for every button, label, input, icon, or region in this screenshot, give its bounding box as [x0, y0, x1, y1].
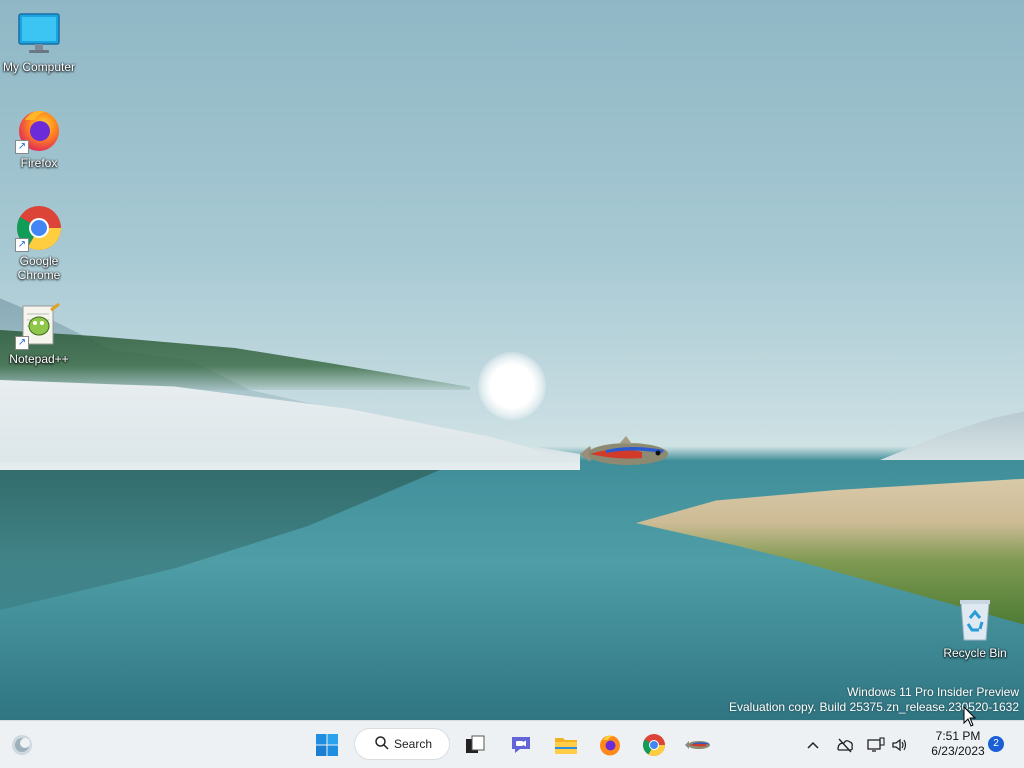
taskbar-fish-app-button[interactable]: [680, 727, 716, 763]
windows-start-icon: [316, 734, 338, 756]
desktop-icon-chrome[interactable]: ↗ Google Chrome: [0, 204, 78, 282]
taskbar-clock[interactable]: 7:51 PM 6/23/2023: [918, 729, 998, 759]
start-button[interactable]: [309, 727, 345, 763]
search-icon: [375, 735, 389, 753]
firefox-icon: ↗: [15, 106, 63, 154]
desktop-icon-label: My Computer: [2, 60, 76, 74]
shortcut-arrow-icon: ↗: [15, 336, 29, 350]
desktop-icon-my-computer[interactable]: My Computer: [0, 10, 78, 74]
widgets-button[interactable]: [4, 727, 40, 763]
file-explorer-button[interactable]: [548, 727, 584, 763]
taskbar-firefox-button[interactable]: [592, 727, 628, 763]
chevron-up-icon: [807, 741, 819, 749]
network-status-button[interactable]: [835, 735, 855, 755]
chrome-icon: [643, 734, 665, 756]
monitor-icon: [15, 10, 63, 58]
watermark-edition: Windows 11 Pro Insider Preview: [847, 685, 1019, 699]
network-off-icon: [837, 738, 853, 753]
wallpaper-reflection: [0, 470, 440, 610]
taskbar-search-box[interactable]: Search: [354, 728, 450, 760]
speaker-icon: [892, 738, 907, 752]
chrome-icon: ↗: [15, 204, 63, 252]
chat-icon: [512, 737, 530, 753]
file-explorer-icon: [555, 738, 577, 754]
chat-button[interactable]: [503, 727, 539, 763]
desktop-icon-notepadpp[interactable]: ↗ Notepad++: [0, 302, 78, 366]
mouse-cursor-icon: [963, 706, 977, 727]
recycle-bin-icon: [951, 596, 999, 644]
taskbar-chrome-button[interactable]: [636, 727, 672, 763]
display-status-button[interactable]: [866, 735, 886, 755]
weather-widget-icon: [12, 735, 32, 755]
clock-time: 7:51 PM: [935, 729, 981, 743]
desktop-icon-label: Notepad++: [9, 352, 69, 366]
clock-date: 6/23/2023: [931, 744, 985, 758]
desktop-icon-label: Google Chrome: [17, 254, 61, 282]
display-icon: [867, 737, 885, 752]
search-label: Search: [394, 737, 433, 751]
notepadpp-icon: ↗: [15, 302, 63, 350]
desktop-icon-firefox[interactable]: ↗ Firefox: [0, 106, 78, 170]
desktop[interactable]: My Computer ↗ Firefox ↗ Google Chrome ↗ …: [0, 0, 1024, 720]
show-hidden-icons-button[interactable]: [803, 735, 823, 755]
fish-icon[interactable]: [576, 436, 676, 472]
shortcut-arrow-icon: ↗: [15, 140, 29, 154]
notification-badge[interactable]: 2: [988, 736, 1004, 752]
volume-button[interactable]: [890, 735, 910, 755]
task-view-icon: [466, 735, 485, 753]
task-view-button[interactable]: [457, 727, 493, 763]
desktop-icon-label: Firefox: [20, 156, 58, 170]
wallpaper-sun: [478, 352, 546, 420]
desktop-icon-label: Recycle Bin: [943, 646, 1007, 660]
fish-app-icon: [685, 741, 710, 749]
taskbar[interactable]: Search 7:51 PM 6/23/2023 2: [0, 720, 1024, 768]
firefox-icon: [600, 735, 620, 756]
desktop-icon-recycle-bin[interactable]: Recycle Bin: [936, 596, 1014, 660]
shortcut-arrow-icon: ↗: [15, 238, 29, 252]
wallpaper-right-hill: [880, 408, 1024, 460]
